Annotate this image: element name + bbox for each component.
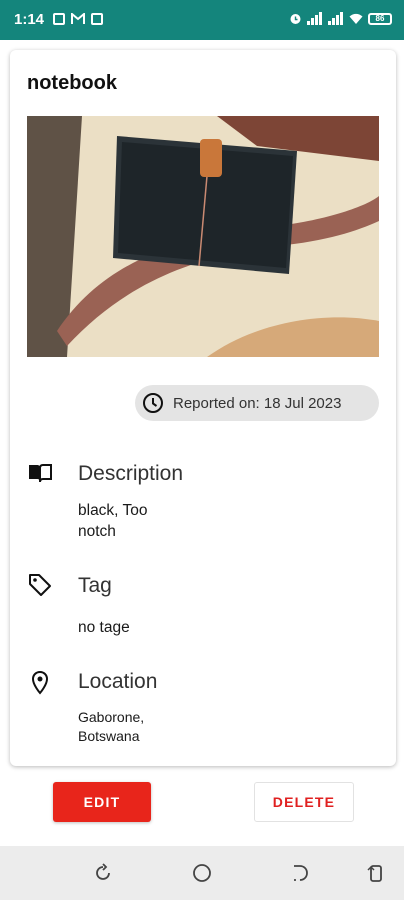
location-value: Gaborone, Botswana — [78, 709, 145, 744]
back-icon[interactable] — [290, 863, 310, 883]
status-bar: 1:14 86 — [0, 0, 404, 40]
alarm-icon — [290, 14, 301, 24]
gmail-icon — [71, 13, 85, 24]
wifi-icon — [349, 13, 363, 24]
tag-icon — [29, 574, 51, 596]
edit-button[interactable]: EDIT — [53, 782, 151, 822]
signal-icon — [307, 12, 323, 25]
item-title: notebook — [27, 72, 117, 94]
reported-date-chip: Reported on: 18 Jul 2023 — [135, 385, 379, 421]
reported-date-text: Reported on: 18 Jul 2023 — [173, 394, 342, 412]
location-heading: Location — [78, 670, 158, 693]
clock-icon — [143, 393, 163, 413]
system-nav-bar — [0, 846, 404, 900]
description-value: black, Too notch — [78, 502, 148, 540]
calendar-icon — [91, 13, 103, 25]
home-icon[interactable] — [192, 863, 212, 883]
book-icon — [29, 464, 52, 483]
recents-icon[interactable] — [93, 863, 113, 883]
signal-icon — [328, 12, 344, 25]
item-photo — [27, 116, 379, 357]
delete-button[interactable]: DELETE — [254, 782, 354, 822]
description-heading: Description — [78, 462, 184, 485]
battery-icon: 86 — [368, 12, 392, 25]
status-time: 1:14 — [14, 11, 45, 28]
rotate-icon[interactable] — [366, 863, 386, 883]
location-pin-icon — [31, 670, 49, 695]
notification-icon — [53, 13, 65, 25]
item-card: notebook Reported on: 18 Jul 2023 Descri… — [10, 50, 396, 766]
tag-heading: Tag — [78, 574, 112, 597]
tag-value: no tage — [78, 619, 130, 636]
